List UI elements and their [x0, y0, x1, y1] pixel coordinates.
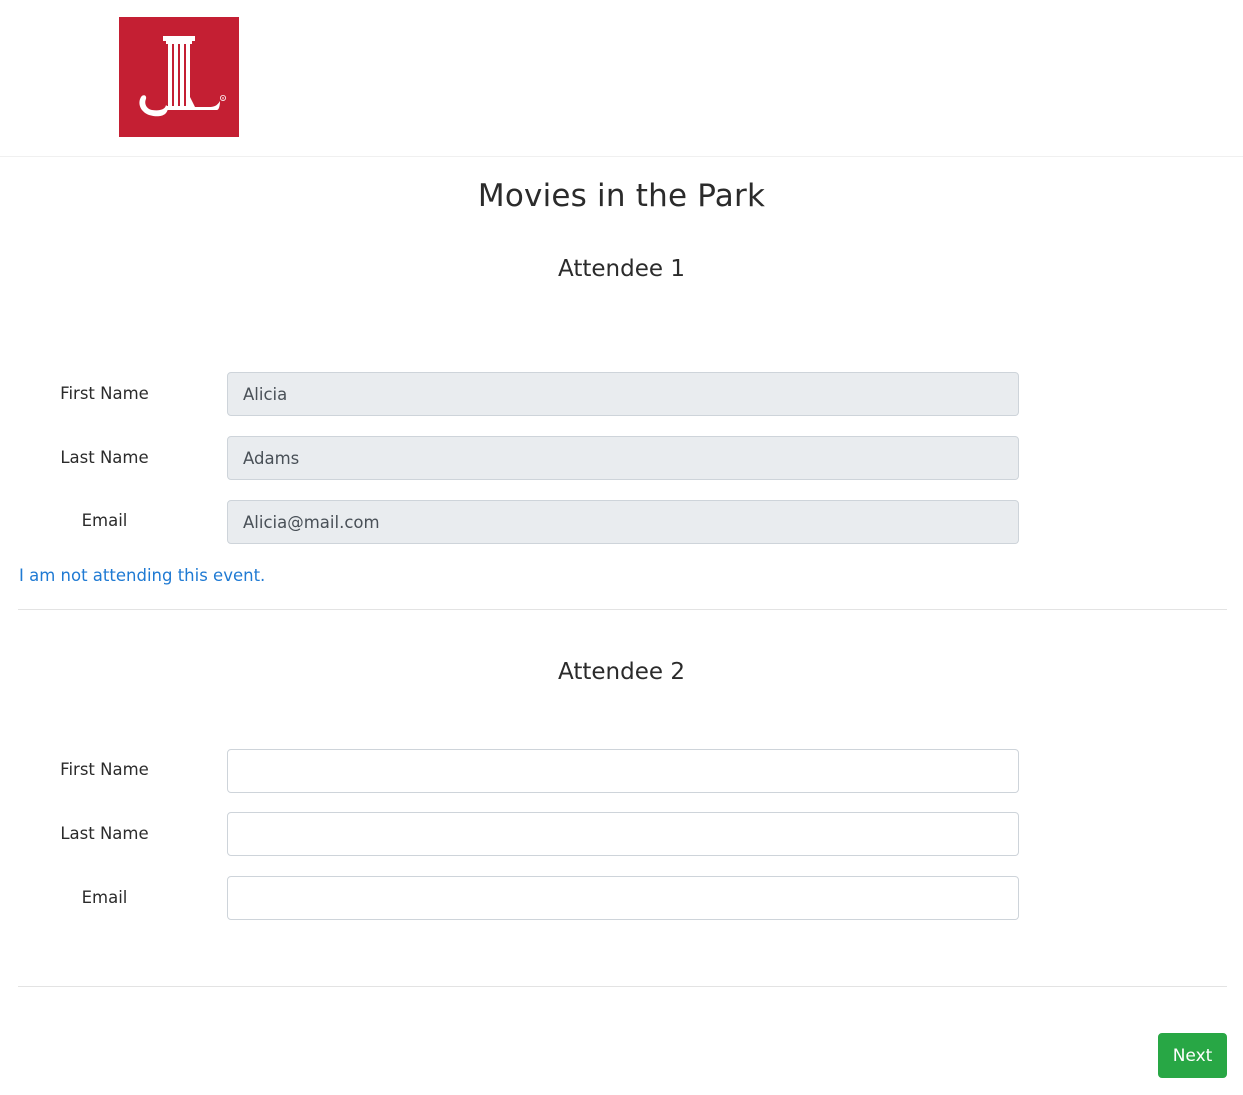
next-button[interactable]: Next	[1158, 1033, 1227, 1078]
site-header: R	[0, 0, 1243, 157]
footer-divider	[18, 986, 1227, 987]
attendee-2-first-name-input[interactable]	[227, 749, 1019, 793]
attendee-2-last-name-label: Last Name	[60, 824, 149, 843]
attendee-1-first-name-input[interactable]	[227, 372, 1019, 416]
junior-league-logo-icon[interactable]: R	[119, 17, 239, 137]
attendee-1-email-label: Email	[81, 511, 128, 530]
attendee-1-email-input[interactable]	[227, 500, 1019, 544]
attendee-2-last-name-input[interactable]	[227, 812, 1019, 856]
attendee-2-heading: Attendee 2	[558, 659, 685, 685]
attendee-2-first-name-label: First Name	[60, 760, 149, 779]
attendee-1-first-name-label: First Name	[60, 384, 149, 403]
not-attending-link[interactable]: I am not attending this event.	[19, 566, 265, 585]
section-divider	[18, 609, 1227, 610]
page-title: Movies in the Park	[477, 178, 766, 214]
logo-mark: R	[139, 36, 227, 117]
attendee-1-last-name-label: Last Name	[60, 448, 149, 467]
attendee-1-last-name-input[interactable]	[227, 436, 1019, 480]
svg-text:R: R	[222, 96, 225, 100]
attendee-1-heading: Attendee 1	[558, 256, 685, 282]
attendee-2-email-input[interactable]	[227, 876, 1019, 920]
attendee-2-email-label: Email	[81, 888, 128, 907]
